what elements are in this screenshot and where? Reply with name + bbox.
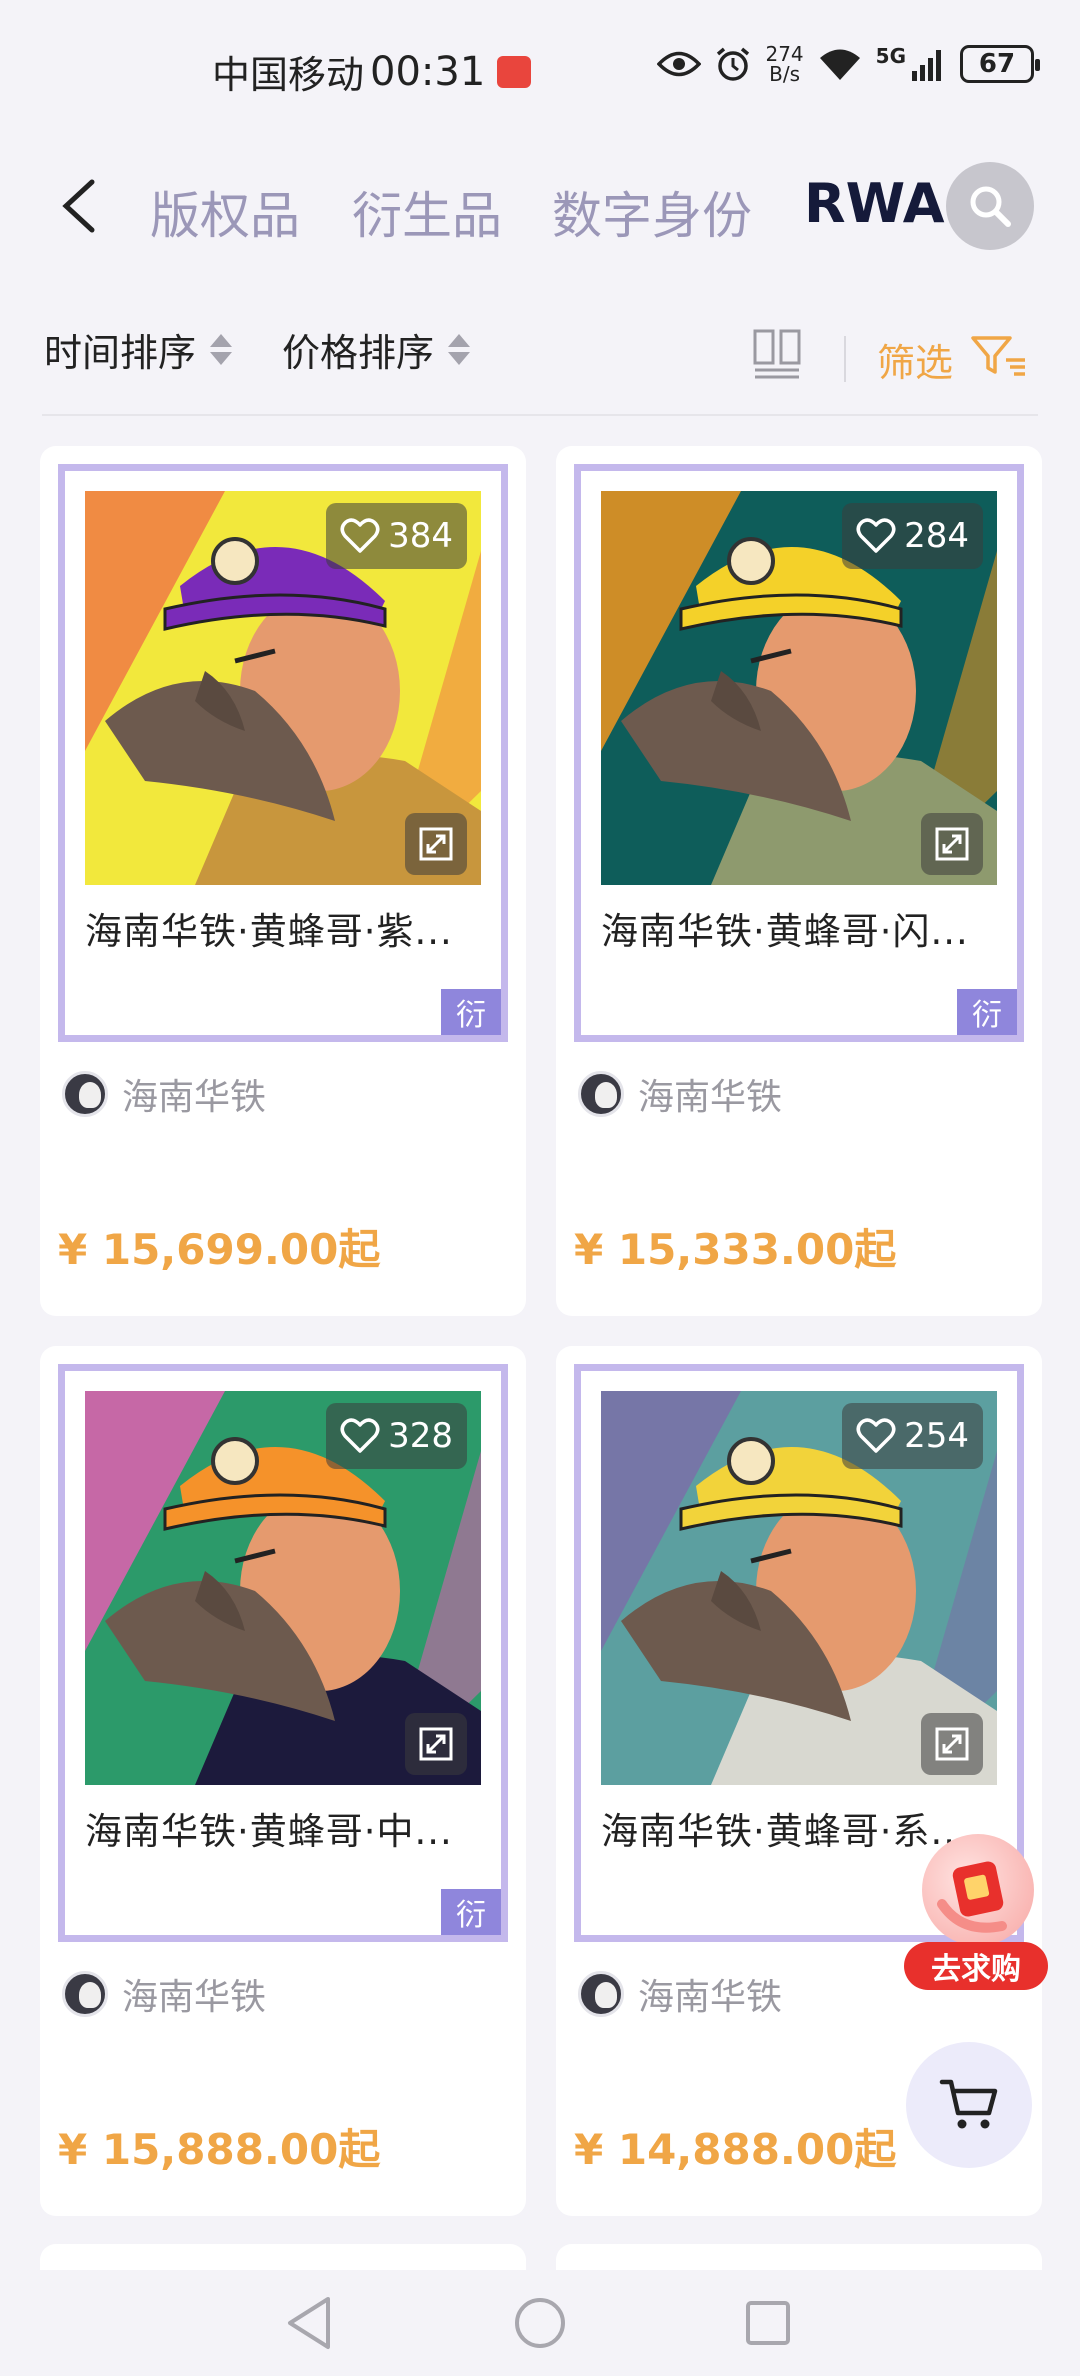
divider <box>844 336 846 382</box>
filter-button[interactable] <box>970 334 1028 378</box>
creator-avatar <box>578 1071 624 1117</box>
nav-home-button[interactable] <box>505 2288 575 2358</box>
like-button[interactable]: 254 <box>842 1403 983 1469</box>
expand-icon <box>419 1727 453 1761</box>
creator-name: 海南华铁 <box>122 1977 267 2018</box>
like-count: 254 <box>904 1416 969 1456</box>
creator-avatar <box>62 1071 108 1117</box>
expand-icon <box>419 827 453 861</box>
want-to-buy-label: 去求购 <box>904 1942 1048 1990</box>
tab-digital-identity[interactable]: 数字身份 <box>552 176 752 248</box>
battery-indicator: 67 <box>960 45 1040 83</box>
product-title: 海南华铁·黄蜂哥·闪... <box>601 910 969 953</box>
product-frame: 328 海南华铁·黄蜂哥·中... 衍 <box>58 1364 508 1942</box>
product-price: ¥ 15,333.00起 <box>574 1225 897 1274</box>
like-button[interactable]: 284 <box>842 503 983 569</box>
price-sort-button[interactable]: 价格排序 <box>282 322 471 377</box>
product-price: ¥ 15,699.00起 <box>58 1225 381 1274</box>
creator-info[interactable]: 海南华铁 <box>62 1068 266 1120</box>
product-title: 海南华铁·黄蜂哥·中... <box>85 1810 453 1853</box>
product-image[interactable]: 284 <box>601 491 997 885</box>
like-count: 384 <box>388 516 453 556</box>
heart-icon <box>340 1418 380 1453</box>
want-to-buy-button[interactable]: 去求购 <box>900 1834 1050 1994</box>
huawei-notification-icon <box>497 55 532 88</box>
expand-icon <box>935 1727 969 1761</box>
creator-name: 海南华铁 <box>122 1077 267 1118</box>
like-button[interactable]: 328 <box>326 1403 467 1469</box>
derivative-tag: 衍 <box>957 989 1017 1035</box>
nav-back-button[interactable] <box>274 2288 344 2358</box>
circle-home-icon <box>515 2298 565 2348</box>
product-title: 海南华铁·黄蜂哥·紫... <box>85 910 453 953</box>
network-type: 5G <box>875 44 906 68</box>
clock: 00:31 <box>370 48 486 95</box>
expand-button[interactable] <box>921 1713 983 1775</box>
like-count: 328 <box>388 1416 453 1456</box>
heart-icon <box>856 518 896 553</box>
product-card[interactable]: 284 海南华铁·黄蜂哥·闪... 衍 海南华铁 ¥ 15,333.00起 <box>556 446 1042 1316</box>
product-image[interactable]: 254 <box>601 1391 997 1785</box>
creator-name: 海南华铁 <box>638 1077 783 1118</box>
cart-button[interactable] <box>906 2042 1032 2168</box>
status-bar: 中国移动 00:31 274 B/s 5G 67 <box>0 0 1080 140</box>
divider <box>42 414 1038 416</box>
carrier-label: 中国移动 <box>212 53 365 97</box>
system-navigation-bar <box>0 2270 1080 2376</box>
creator-name: 海南华铁 <box>638 1977 783 2018</box>
product-image[interactable]: 328 <box>85 1391 481 1785</box>
category-tab-bar: 版权品 衍生品 数字身份 RWA <box>0 150 1080 260</box>
expand-button[interactable] <box>405 1713 467 1775</box>
network-speed: 274 B/s <box>765 42 804 86</box>
grid-view-icon <box>753 329 801 379</box>
product-card[interactable]: 384 海南华铁·黄蜂哥·紫... 衍 海南华铁 ¥ 15,699.00起 <box>40 446 526 1316</box>
search-icon <box>970 186 1011 227</box>
tab-copyright[interactable]: 版权品 <box>150 176 300 248</box>
product-frame: 284 海南华铁·黄蜂哥·闪... 衍 <box>574 464 1024 1042</box>
square-recents-icon <box>746 2301 790 2345</box>
product-price: ¥ 14,888.00起 <box>574 2125 897 2174</box>
sort-filter-bar: 时间排序 价格排序 筛选 <box>0 300 1080 410</box>
time-sort-label: 时间排序 <box>44 331 197 375</box>
creator-info[interactable]: 海南华铁 <box>578 1968 782 2020</box>
expand-icon <box>935 827 969 861</box>
sort-arrows-icon <box>210 334 233 365</box>
nav-recents-button[interactable] <box>733 2288 803 2358</box>
product-image[interactable]: 384 <box>85 491 481 885</box>
like-count: 284 <box>904 516 969 556</box>
cart-icon <box>939 2079 998 2129</box>
creator-info[interactable]: 海南华铁 <box>578 1068 782 1120</box>
triangle-back-icon <box>288 2297 330 2349</box>
product-frame: 384 海南华铁·黄蜂哥·紫... 衍 <box>58 464 508 1042</box>
derivative-tag: 衍 <box>441 989 501 1035</box>
back-button[interactable] <box>52 174 112 238</box>
wifi-icon <box>819 49 860 80</box>
creator-avatar <box>578 1971 624 2017</box>
signal-icon <box>912 50 941 81</box>
expand-button[interactable] <box>405 813 467 875</box>
heart-icon <box>856 1418 896 1453</box>
filter-label[interactable]: 筛选 <box>877 332 953 387</box>
chevron-left-icon <box>62 179 95 233</box>
tab-rwa[interactable]: RWA <box>804 172 945 235</box>
search-button[interactable] <box>946 162 1034 250</box>
product-card[interactable]: 328 海南华铁·黄蜂哥·中... 衍 海南华铁 ¥ 15,888.00起 <box>40 1346 526 2216</box>
derivative-tag: 衍 <box>441 1889 501 1935</box>
alarm-icon <box>717 47 750 81</box>
creator-info[interactable]: 海南华铁 <box>62 1968 266 2020</box>
heart-icon <box>340 518 380 553</box>
tab-derivatives[interactable]: 衍生品 <box>352 176 502 248</box>
time-sort-button[interactable]: 时间排序 <box>44 322 233 377</box>
expand-button[interactable] <box>921 813 983 875</box>
eye-icon <box>657 51 702 77</box>
hand-coupon-icon <box>922 1834 1034 1946</box>
grid-layout-toggle[interactable] <box>752 328 802 380</box>
product-price: ¥ 15,888.00起 <box>58 2125 381 2174</box>
like-button[interactable]: 384 <box>326 503 467 569</box>
filter-icon <box>971 336 1025 376</box>
price-sort-label: 价格排序 <box>282 331 435 375</box>
creator-avatar <box>62 1971 108 2017</box>
sort-arrows-icon <box>448 334 471 365</box>
